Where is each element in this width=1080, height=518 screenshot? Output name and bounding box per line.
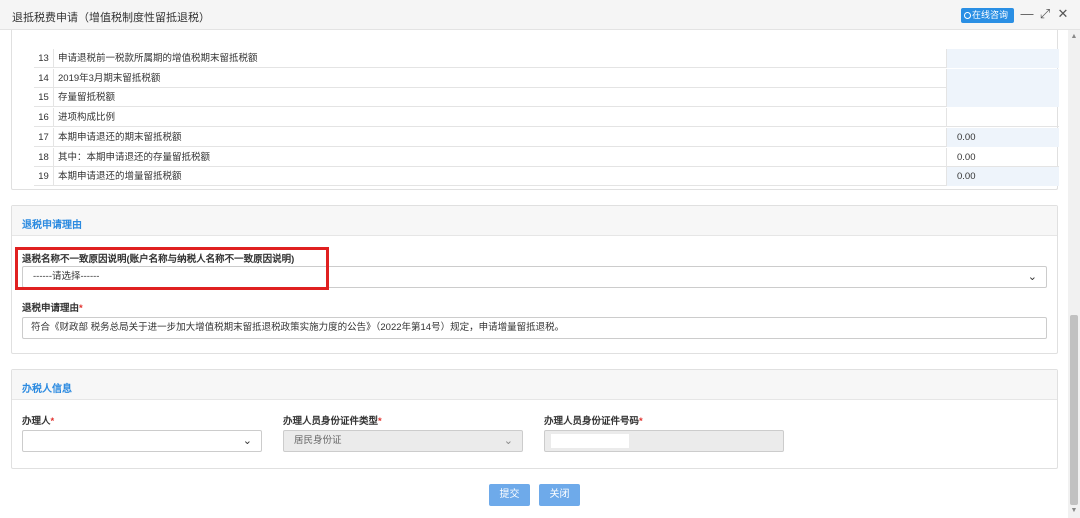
refund-table-panel: 13 申请退税前一税款所属期的增值税期末留抵税额 14 2019年3月期末留抵税额 15… [11,30,1059,190]
row-value: 0.00 [946,167,1059,187]
close-button[interactable]: 关闭 [539,484,580,506]
online-consult-label: 在线咨询 [972,10,1009,20]
main-content: 13 申请退税前一税款所属期的增值税期末留抵税额 14 2019年3月期末留抵税额 15… [0,30,1068,518]
chevron-down-icon: ⌄ [242,435,252,447]
row-value: 0.00 [946,127,1059,147]
chevron-down-icon: ⌄ [1027,271,1037,283]
window-titlebar: 退抵税费申请（增值税制度性留抵退税） 在线咨询 — ⤢ ✕ [0,0,1080,30]
row-label: 本期申请退还的增量留抵税额 [58,171,182,183]
headset-icon [964,12,971,19]
scroll-down-icon[interactable]: ▼ [1068,504,1080,518]
row-value [946,88,1059,108]
required-marker: * [378,416,382,427]
row-value: 0.00 [946,147,1059,167]
row-value [946,68,1059,88]
redaction-block [551,434,629,448]
row-number: 13 [34,49,54,68]
scrollbar-thumb[interactable] [1070,315,1078,505]
handler-panel: 办税人信息 [11,369,1058,469]
required-marker: * [50,416,55,427]
row-number: 18 [34,147,54,167]
table-row: 19 本期申请退还的增量留抵税额 0.00 [34,167,1059,187]
close-icon[interactable]: ✕ [1056,7,1070,21]
table-row: 14 2019年3月期末留抵税额 [34,68,1059,88]
handler-select[interactable]: ⌄ [22,430,262,452]
highlight-box [15,247,329,290]
table-row: 18 其中：本期申请退还的存量留抵税额 0.00 [34,147,1059,167]
minimize-icon[interactable]: — [1020,7,1034,21]
chevron-down-icon: ⌄ [503,435,513,447]
vertical-scrollbar[interactable]: ▲ ▼ [1068,30,1080,518]
reason-panel-title: 退税申请理由 [22,220,82,231]
id-type-label-text: 办理人员身份证件类型 [283,416,379,427]
row-number: 15 [34,88,54,108]
row-value [946,108,1059,128]
row-label: 申请退税前一税款所属期的增值税期末留抵税额 [58,53,258,64]
handler-panel-header: 办税人信息 [12,370,1057,400]
table-row: 15 存量留抵税额 [34,88,1059,108]
required-marker: * [639,416,643,427]
id-number-field[interactable] [544,430,784,452]
table-row: 17 本期申请退还的期末留抵税额 0.00 [34,127,1059,147]
refund-reason-label: 退税申请理由* [22,300,83,314]
id-type-select[interactable]: 居民身份证 ⌄ [283,430,523,452]
row-label: 本期申请退还的期末留抵税额 [58,131,182,143]
table-row: 16 进项构成比例 [34,108,1059,128]
row-label: 2019年3月期末留抵税额 [58,72,161,84]
id-number-label: 办理人员身份证件号码* [544,413,643,427]
handler-label: 办理人* [22,413,54,427]
id-number-label-text: 办理人员身份证件号码 [544,416,640,427]
id-type-select-value: 居民身份证 [294,435,342,446]
id-type-label: 办理人员身份证件类型* [283,413,382,427]
row-number: 14 [34,68,54,88]
row-label: 进项构成比例 [58,112,116,124]
refund-reason-label-text: 退税申请理由 [22,303,80,314]
handler-panel-title: 办税人信息 [22,384,72,395]
reason-panel-header: 退税申请理由 [12,206,1057,236]
maximize-icon[interactable]: ⤢ [1038,7,1052,21]
row-number: 17 [34,127,54,147]
row-number: 16 [34,108,54,128]
online-consult-button[interactable]: 在线咨询 [961,8,1014,23]
window-title: 退抵税费申请（增值税制度性留抵退税） [12,12,210,24]
row-number: 19 [34,167,54,187]
table-row: 13 申请退税前一税款所属期的增值税期末留抵税额 [34,49,1059,68]
handler-label-text: 办理人 [22,416,51,427]
scroll-up-icon[interactable]: ▲ [1068,30,1080,44]
row-label: 其中：本期申请退还的存量留抵税额 [58,151,211,163]
required-marker: * [79,303,83,314]
refund-reason-field[interactable]: 符合《财政部 税务总局关于进一步加大增值税期末留抵退税政策实施力度的公告》（20… [22,317,1047,339]
submit-button[interactable]: 提交 [489,484,530,506]
row-value [946,49,1059,68]
row-label: 存量留抵税额 [58,92,116,104]
